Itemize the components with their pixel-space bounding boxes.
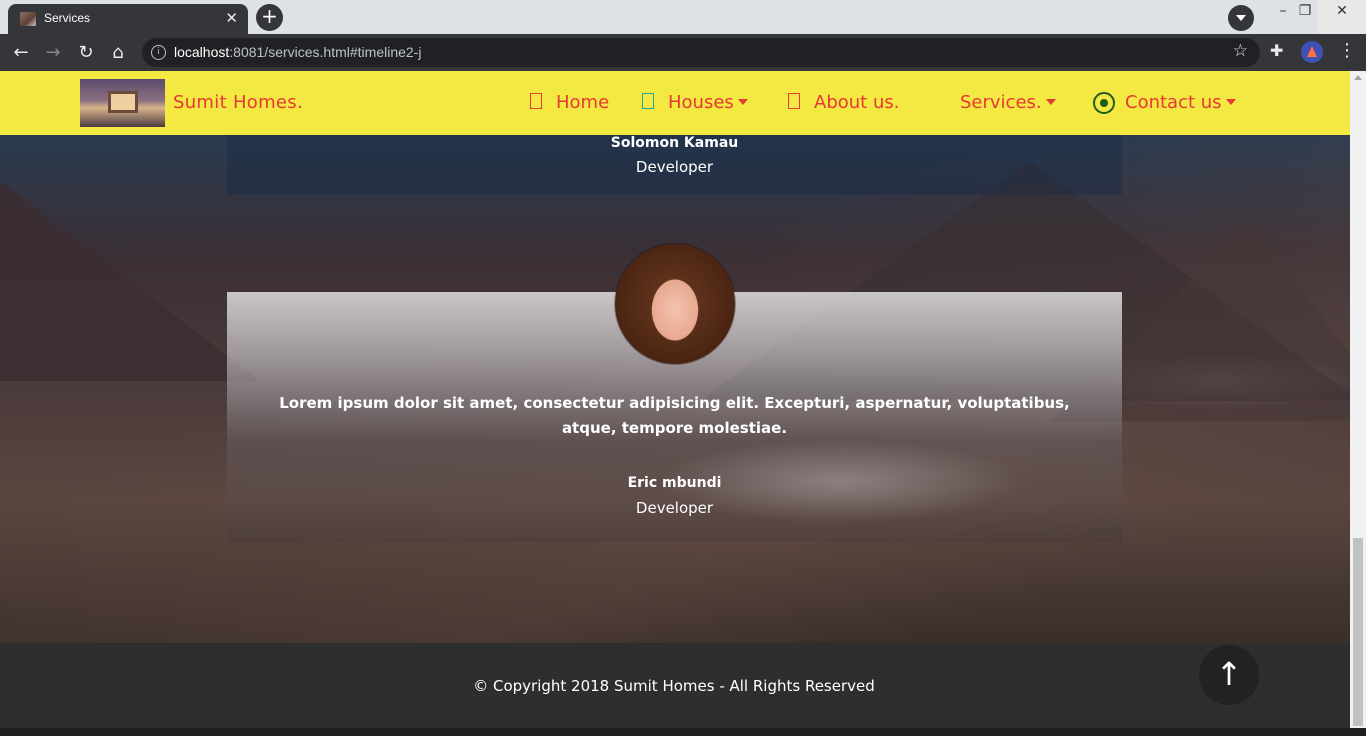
info-icon xyxy=(788,93,800,109)
tab-title: Services xyxy=(44,11,91,25)
house-icon xyxy=(642,93,654,109)
testimonial-avatar xyxy=(615,244,735,364)
url-text: localhost:8081/services.html#timeline2-j xyxy=(174,44,422,60)
site-navbar: Sumit Homes. Home Houses About us. Servi… xyxy=(0,71,1350,135)
extension-avatar-icon[interactable] xyxy=(1301,41,1323,63)
reload-icon[interactable]: ↻ xyxy=(74,41,98,65)
browser-toolbar: ← → ↻ ⌂ i localhost:8081/services.html#t… xyxy=(0,34,1366,71)
home-icon xyxy=(530,93,542,109)
address-bar[interactable]: i localhost:8081/services.html#timeline2… xyxy=(142,38,1260,67)
os-taskbar xyxy=(0,728,1366,736)
page-viewport: Solomon Kamau Developer Lorem ipsum dolo… xyxy=(0,71,1350,728)
tab-search-icon[interactable] xyxy=(1228,5,1254,31)
testimonial-role: Developer xyxy=(635,499,714,517)
brand-name[interactable]: Sumit Homes. xyxy=(173,92,303,113)
nav-item-home[interactable]: Home xyxy=(530,92,609,113)
scroll-up-arrow-icon[interactable] xyxy=(1354,75,1362,80)
home-icon[interactable]: ⌂ xyxy=(106,41,130,65)
back-icon[interactable]: ← xyxy=(9,41,33,65)
nav-item-houses[interactable]: Houses xyxy=(642,92,748,113)
brand-logo[interactable] xyxy=(80,79,165,127)
chevron-down-icon xyxy=(1225,99,1236,105)
nav-item-services[interactable]: Services. xyxy=(960,92,1056,113)
scroll-to-top-button[interactable]: ↑ xyxy=(1199,645,1259,705)
copyright-text: © Copyright 2018 Sumit Homes - All Right… xyxy=(473,677,875,695)
page-scrollbar[interactable] xyxy=(1350,71,1366,728)
scrollbar-thumb[interactable] xyxy=(1353,538,1363,726)
new-tab-button[interactable]: + xyxy=(256,4,283,31)
info-icon[interactable]: i xyxy=(151,45,166,60)
testimonial-name: Solomon Kamau xyxy=(610,135,739,151)
testimonial-quote: Lorem ipsum dolor sit amet, consectetur … xyxy=(279,394,1070,437)
testimonial-card: Solomon Kamau Developer xyxy=(227,135,1122,195)
browser-menu-icon[interactable]: ⋮ xyxy=(1338,40,1356,61)
close-tab-icon[interactable]: ✕ xyxy=(225,9,238,27)
bookmark-star-icon[interactable]: ☆ xyxy=(1233,41,1248,61)
browser-tab-strip: Services ✕ + – ❐ ✕ xyxy=(0,0,1366,34)
close-window-button[interactable]: ✕ xyxy=(1318,0,1366,34)
testimonial-role: Developer xyxy=(635,158,714,176)
chevron-down-icon xyxy=(737,99,748,105)
browser-tab[interactable]: Services ✕ xyxy=(8,4,248,34)
chevron-down-icon xyxy=(1045,99,1056,105)
site-footer: © Copyright 2018 Sumit Homes - All Right… xyxy=(0,643,1350,728)
whatsapp-icon xyxy=(1093,92,1115,114)
nav-item-contact[interactable]: Contact us xyxy=(1093,92,1236,114)
testimonial-name: Eric mbundi xyxy=(627,475,722,491)
site-favicon-icon xyxy=(20,12,36,26)
nav-item-about[interactable]: About us. xyxy=(788,92,899,113)
extensions-puzzle-icon[interactable]: ✚ xyxy=(1270,41,1283,60)
forward-icon[interactable]: → xyxy=(41,41,65,65)
